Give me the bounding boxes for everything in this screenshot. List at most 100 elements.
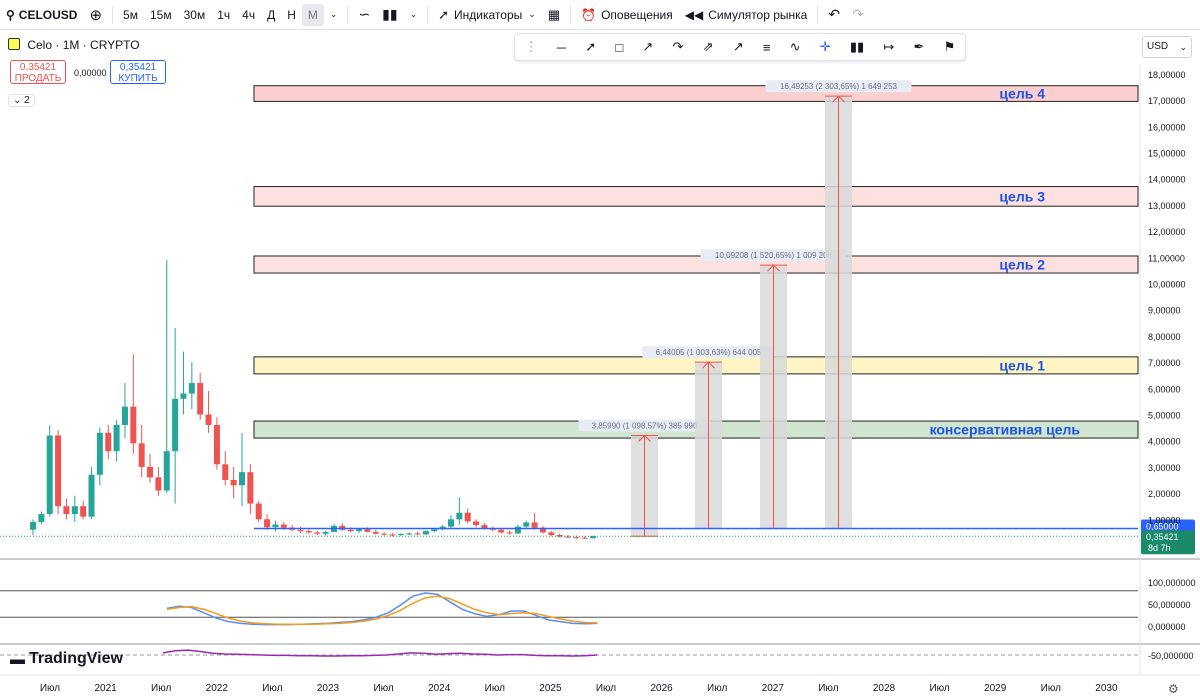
- x-tick-label: 2027: [762, 683, 785, 694]
- interval-1h[interactable]: 1ч: [211, 0, 236, 30]
- y-tick-label: 13,00000: [1148, 201, 1186, 211]
- flag-icon[interactable]: ⚑: [944, 39, 956, 55]
- projection-box: [825, 96, 852, 529]
- redo-button[interactable]: ↷: [846, 0, 870, 30]
- candle-body: [222, 464, 229, 480]
- replay-label: Симулятор рынка: [708, 7, 808, 22]
- candle-body: [565, 536, 572, 538]
- top-toolbar: ⚲ CELOUSD ⊕ 5м 15м 30м 1ч 4ч Д Н М ⌄ ∽ ▮…: [0, 0, 1200, 30]
- candle-body: [305, 531, 312, 533]
- crosshair-icon[interactable]: ✛: [820, 39, 831, 55]
- projection-arrowhead: [638, 434, 651, 442]
- projection-label-bg: [700, 249, 847, 262]
- zigzag-icon[interactable]: ∿: [790, 39, 801, 55]
- candle-body: [172, 398, 179, 452]
- legend-collapse-button[interactable]: ⌄ 2: [8, 94, 35, 107]
- redo-icon: ↷: [852, 6, 864, 22]
- undo-button[interactable]: ↶: [822, 0, 846, 30]
- projection-label: 6,44005 (1 003,63%) 644 005: [656, 348, 762, 357]
- long-position-icon[interactable]: ▮▮: [850, 39, 864, 55]
- ray-icon[interactable]: ↗: [642, 39, 653, 55]
- interval-month[interactable]: М: [301, 3, 324, 26]
- replay-button[interactable]: ◀◀ Симулятор рынка: [679, 0, 814, 30]
- candle-body: [556, 535, 563, 537]
- candle-body: [514, 526, 521, 534]
- projection-arrowhead: [767, 264, 780, 272]
- extended-line-icon[interactable]: ⇗: [703, 39, 714, 55]
- candle-body: [489, 528, 496, 530]
- y-tick-label: 14,00000: [1148, 175, 1186, 185]
- brush-icon[interactable]: ✒: [913, 39, 924, 55]
- spread-value: 0,00000: [74, 68, 107, 78]
- path-icon[interactable]: ↗: [733, 39, 744, 55]
- level-price-label: 0,65000: [1146, 521, 1179, 531]
- candle-body: [38, 514, 45, 522]
- candle-body: [30, 521, 36, 530]
- target-zone: [253, 356, 1139, 375]
- buy-button[interactable]: 0,35421 КУПИТЬ: [110, 60, 166, 84]
- candle-body: [163, 451, 170, 491]
- candle-body: [581, 537, 588, 539]
- layouts-button[interactable]: ▦: [542, 0, 566, 30]
- measure-icon[interactable]: ↦: [883, 39, 894, 55]
- drawing-toolbar: ⋮ ─ ➚ □ ↗ ↷ ⇗ ↗ ≡ ∿ ✛ ▮▮ ↦ ✒ ⚑: [514, 33, 966, 61]
- rsi-series-line: [162, 649, 598, 657]
- candle-body: [356, 529, 363, 532]
- symbol-search[interactable]: ⚲ CELOUSD: [0, 0, 83, 30]
- target-zone: [253, 85, 1139, 102]
- fib-retracement-icon[interactable]: ≡: [763, 40, 771, 55]
- candle-body: [55, 435, 62, 507]
- zone-label: цель 2: [999, 257, 1045, 273]
- line-chart-icon: ∽: [358, 6, 371, 22]
- x-tick-label: 2026: [650, 683, 673, 694]
- zone-label: цель 1: [999, 357, 1045, 373]
- indicators-label: Индикаторы: [454, 7, 523, 22]
- trend-line-icon[interactable]: ➚: [585, 39, 596, 55]
- projection-label-bg: [578, 419, 711, 432]
- interval-day[interactable]: Д: [261, 0, 281, 30]
- x-tick-label: Июл: [596, 683, 616, 694]
- x-tick-label: 2021: [94, 683, 117, 694]
- collapse-count: 2: [24, 95, 30, 106]
- last-price-tag: [1141, 530, 1195, 555]
- candle-body: [80, 506, 87, 517]
- candle-body: [88, 474, 95, 517]
- chevron-down-icon: ⌄: [1179, 42, 1187, 52]
- alerts-button[interactable]: ⏰ Оповещения: [575, 0, 679, 30]
- candle-body: [364, 529, 371, 532]
- x-tick-label: Июл: [707, 683, 727, 694]
- y-tick-label: 15,00000: [1148, 149, 1186, 159]
- interval-4h[interactable]: 4ч: [236, 0, 261, 30]
- horizontal-ray-icon[interactable]: ─: [557, 40, 566, 55]
- chevron-down-icon: ⌄: [528, 9, 536, 19]
- countdown-label: 8d 7h: [1148, 543, 1171, 553]
- chart-style-button[interactable]: ▮▮: [376, 0, 403, 30]
- candle-body: [481, 525, 488, 529]
- y-tick-label: 18,00000: [1148, 70, 1186, 80]
- candle-body: [422, 531, 429, 535]
- indicators-button[interactable]: ➚ Индикаторы ⌄: [432, 0, 542, 30]
- divider: [570, 5, 572, 24]
- arc-icon[interactable]: ↷: [673, 39, 684, 55]
- symbol-logo: [8, 38, 20, 50]
- interval-5m[interactable]: 5м: [117, 0, 144, 30]
- line-chart-button[interactable]: ∽: [352, 0, 376, 30]
- interval-30m[interactable]: 30м: [178, 0, 212, 30]
- drag-handle-icon[interactable]: ⋮: [525, 39, 538, 55]
- projection-label: 16,49253 (2 303,65%) 1 649 253: [780, 82, 898, 91]
- osc-tick-label: 0,000000: [1148, 622, 1186, 632]
- settings-button[interactable]: ⚙: [1168, 682, 1179, 696]
- projection-arrowhead: [832, 95, 845, 103]
- interval-dropdown[interactable]: ⌄: [324, 0, 344, 30]
- rectangle-icon[interactable]: □: [615, 40, 623, 55]
- currency-selector[interactable]: USD ⌄: [1142, 36, 1192, 58]
- target-zone: [253, 255, 1139, 274]
- sell-button[interactable]: 0,35421 ПРОДАТЬ: [10, 60, 66, 84]
- candle-body: [590, 536, 597, 539]
- add-symbol-button[interactable]: ⊕: [83, 0, 108, 30]
- chart-style-dropdown[interactable]: ⌄: [404, 0, 424, 30]
- chart-canvas[interactable]: консервативная цель цель 1 цель 2 цель 3 цел…: [0, 0, 1200, 697]
- candle-body: [46, 435, 53, 515]
- interval-week[interactable]: Н: [281, 0, 302, 30]
- interval-15m[interactable]: 15м: [144, 0, 178, 30]
